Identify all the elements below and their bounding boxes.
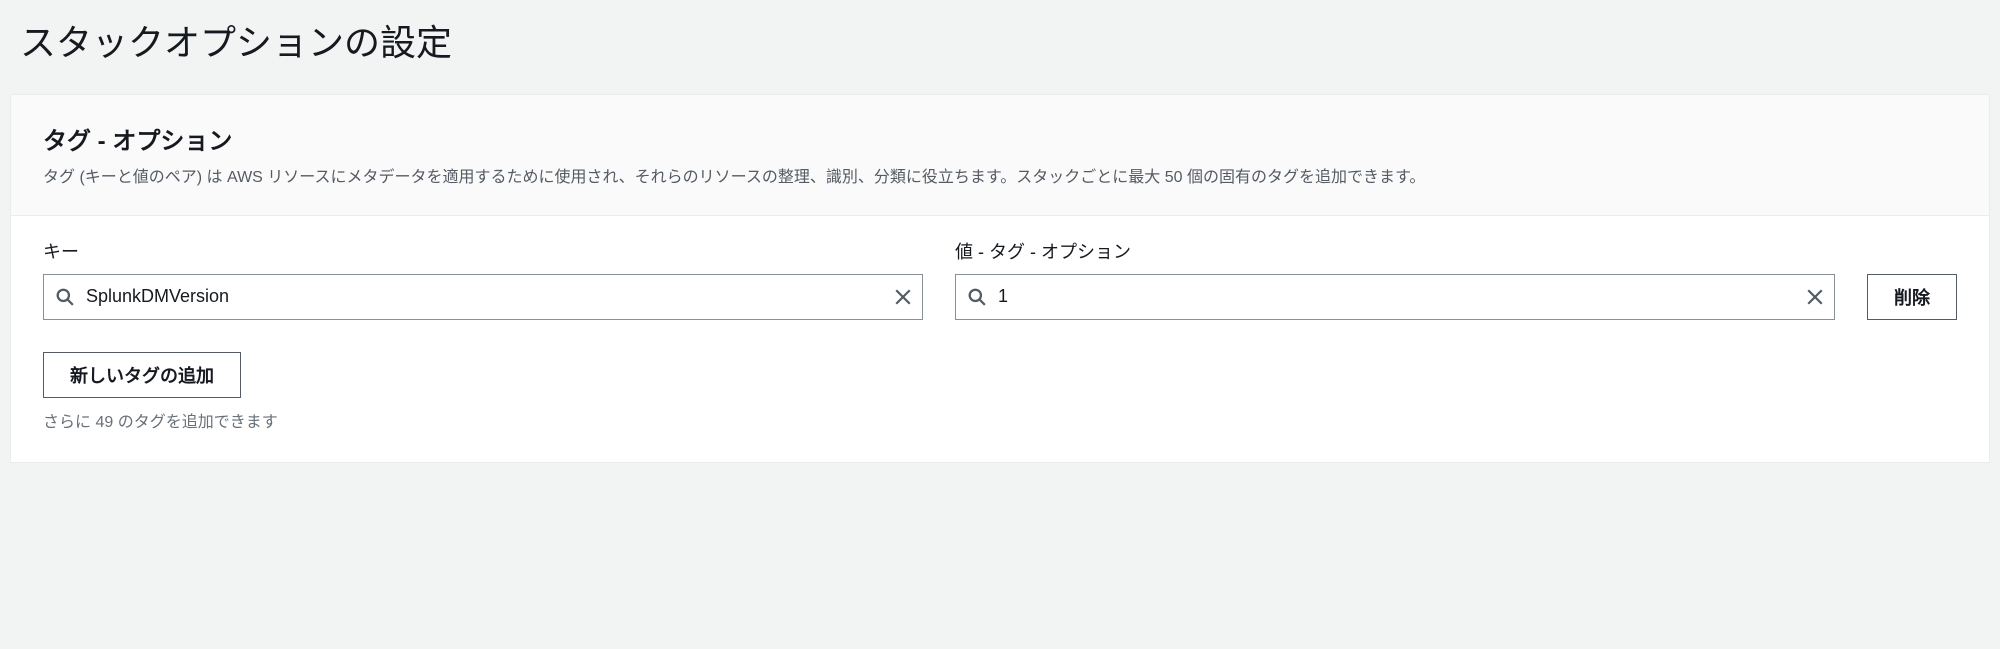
tags-hint: さらに 49 のタグを追加できます bbox=[43, 408, 1957, 432]
tag-key-field: キー bbox=[43, 238, 923, 320]
tag-row: キー bbox=[43, 238, 1957, 320]
clear-icon[interactable] bbox=[894, 288, 912, 306]
add-tag-row: 新しいタグの追加 さらに 49 のタグを追加できます bbox=[43, 352, 1957, 432]
tags-panel-header: タグ - オプション タグ (キーと値のペア) は AWS リソースにメタデータ… bbox=[11, 95, 1989, 216]
tag-value-field: 値 - タグ - オプション bbox=[955, 238, 1835, 320]
tags-panel-body: キー bbox=[11, 216, 1989, 462]
tag-value-input-wrap bbox=[955, 274, 1835, 320]
clear-icon[interactable] bbox=[1806, 288, 1824, 306]
tag-value-input[interactable] bbox=[956, 275, 1834, 319]
remove-tag-button[interactable]: 削除 bbox=[1867, 274, 1957, 320]
tag-key-input-wrap bbox=[43, 274, 923, 320]
tags-section-title: タグ - オプション bbox=[43, 121, 1957, 156]
tag-key-input[interactable] bbox=[44, 275, 922, 319]
tags-section-description: タグ (キーと値のペア) は AWS リソースにメタデータを適用するために使用さ… bbox=[43, 166, 1957, 191]
add-tag-button[interactable]: 新しいタグの追加 bbox=[43, 352, 241, 398]
tag-row-actions: 削除 bbox=[1867, 274, 1957, 320]
tag-value-label: 値 - タグ - オプション bbox=[955, 238, 1835, 264]
tags-panel: タグ - オプション タグ (キーと値のペア) は AWS リソースにメタデータ… bbox=[10, 94, 1990, 463]
page-title: スタックオプションの設定 bbox=[10, 0, 1990, 94]
tag-key-label: キー bbox=[43, 238, 923, 264]
